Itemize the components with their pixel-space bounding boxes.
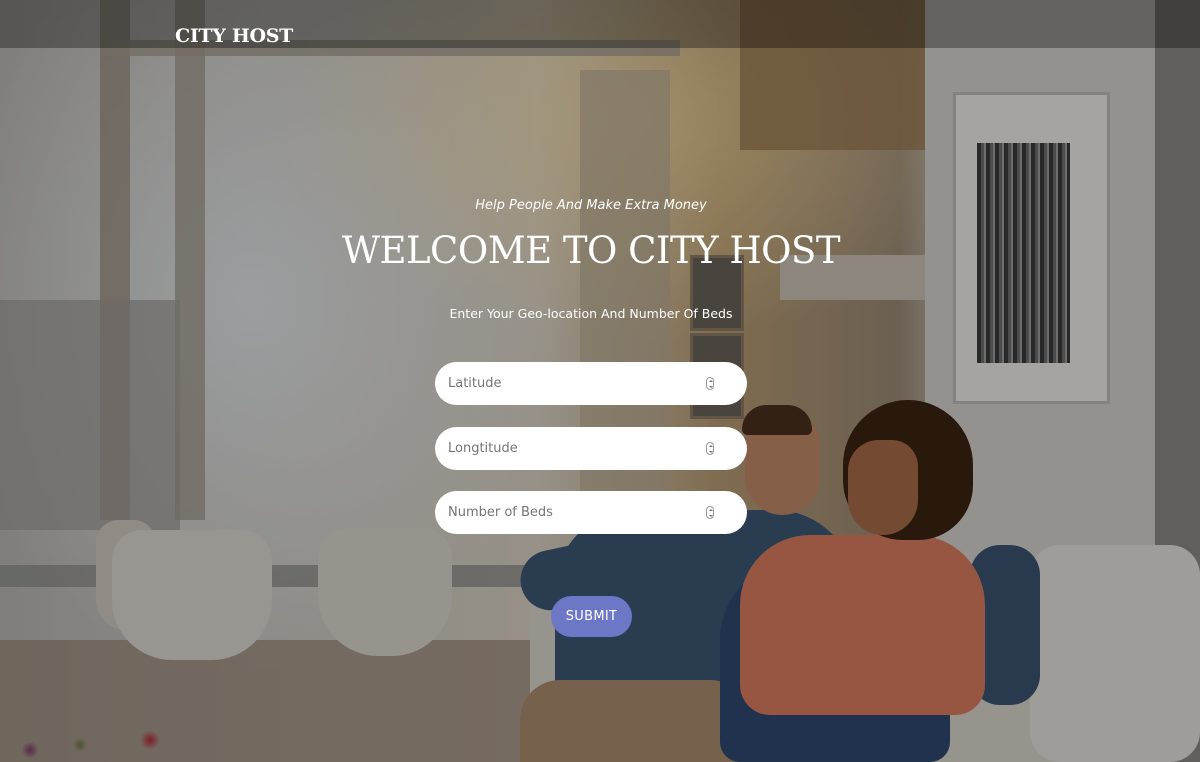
submit-button[interactable]: SUBMIT: [551, 596, 632, 637]
spinner-arrows-icon[interactable]: [706, 377, 714, 390]
form-instruction: Enter Your Geo-location And Number Of Be…: [449, 306, 733, 321]
page-title: WELCOME TO CITY HOST: [341, 229, 841, 272]
longitude-field[interactable]: [435, 427, 747, 470]
spinner-arrows-icon[interactable]: [706, 442, 714, 455]
hero-section: Help People And Make Extra Money WELCOME…: [0, 0, 1200, 762]
hero-tagline: Help People And Make Extra Money: [475, 198, 707, 213]
spinner-arrows-icon[interactable]: [706, 506, 714, 519]
beds-input[interactable]: [435, 491, 747, 534]
longitude-input[interactable]: [435, 427, 747, 470]
beds-field[interactable]: [435, 491, 747, 534]
latitude-field[interactable]: [435, 362, 747, 405]
latitude-input[interactable]: [435, 362, 747, 405]
